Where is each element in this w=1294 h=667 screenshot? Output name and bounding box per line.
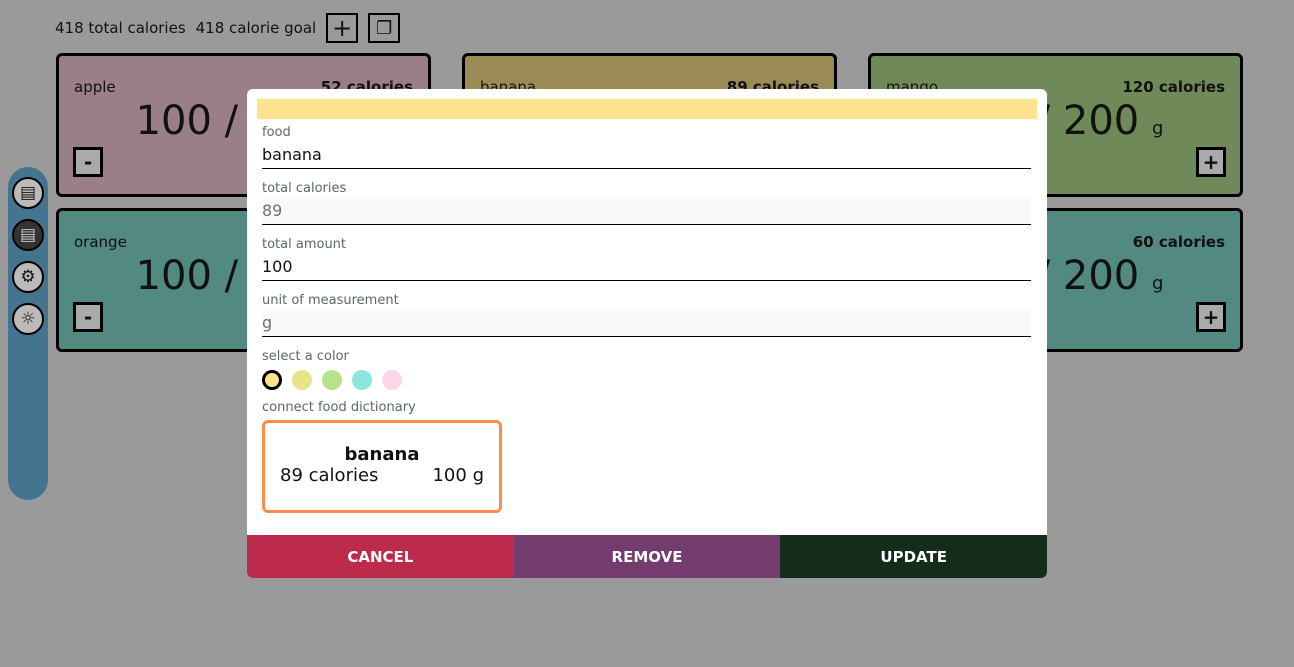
total-calories: 418 total calories [55,19,186,37]
calendar-today-icon[interactable]: ▤ [12,219,44,251]
food-field[interactable]: food banana [262,125,1031,169]
color-swatch[interactable] [352,370,372,390]
dict-calories: 89 calories [280,465,379,486]
dict-label-wrap: connect food dictionary [262,400,1031,416]
decrease-button[interactable]: - [73,147,103,177]
edit-food-dialog: food banana total calories 89 total amou… [247,89,1047,578]
calories-field: total calories 89 [262,181,1031,225]
dict-food-name: banana [344,444,420,465]
unit-field: unit of measurement g [262,293,1031,337]
color-label: select a color [262,349,349,364]
color-picker [262,370,402,390]
amount-input[interactable]: 100 [262,253,1031,281]
color-swatch[interactable] [322,370,342,390]
unit-input: g [262,309,1031,337]
calendar-icon[interactable]: ▤ [12,177,44,209]
color-swatch[interactable] [292,370,312,390]
food-name: apple [74,78,116,96]
calories-input: 89 [262,197,1031,225]
increase-button[interactable]: + [1196,147,1226,177]
color-swatch[interactable] [262,370,282,390]
sun-icon[interactable]: ☼ [12,303,44,335]
food-input[interactable]: banana [262,141,1031,169]
food-label: food [262,125,291,140]
dict-amount: 100 g [432,465,484,486]
amount-label: total amount [262,237,347,252]
amount-unit: g [1151,118,1164,139]
copy-button[interactable]: ❐ [368,13,401,43]
amount-field[interactable]: total amount 100 [262,237,1031,281]
food-calories: 120 calories [1122,78,1225,96]
amount-unit: g [1151,273,1164,294]
increase-button[interactable]: + [1196,302,1226,332]
sidebar: ▤ ▤ ⚙ ☼ [8,167,48,500]
dict-label: connect food dictionary [262,400,416,415]
calorie-goal: 418 calorie goal [195,19,317,37]
plus-icon: + [332,14,353,42]
unit-label: unit of measurement [262,293,399,308]
header: 418 total calories 418 calorie goal + ❐ [55,13,401,43]
food-dictionary-entry[interactable]: banana 89 calories 100 g [262,420,502,513]
food-name: orange [74,233,127,251]
food-calories: 60 calories [1132,233,1225,251]
color-label-wrap: select a color [262,349,1031,365]
cancel-button[interactable]: CANCEL [247,535,514,578]
calories-label: total calories [262,181,347,196]
color-preview-bar [257,99,1037,119]
color-swatch[interactable] [382,370,402,390]
update-button[interactable]: UPDATE [780,535,1047,578]
copy-icon: ❐ [376,17,393,39]
add-food-button[interactable]: + [326,13,359,43]
remove-button[interactable]: REMOVE [513,535,781,578]
gear-icon[interactable]: ⚙ [12,261,44,293]
decrease-button[interactable]: - [73,302,103,332]
